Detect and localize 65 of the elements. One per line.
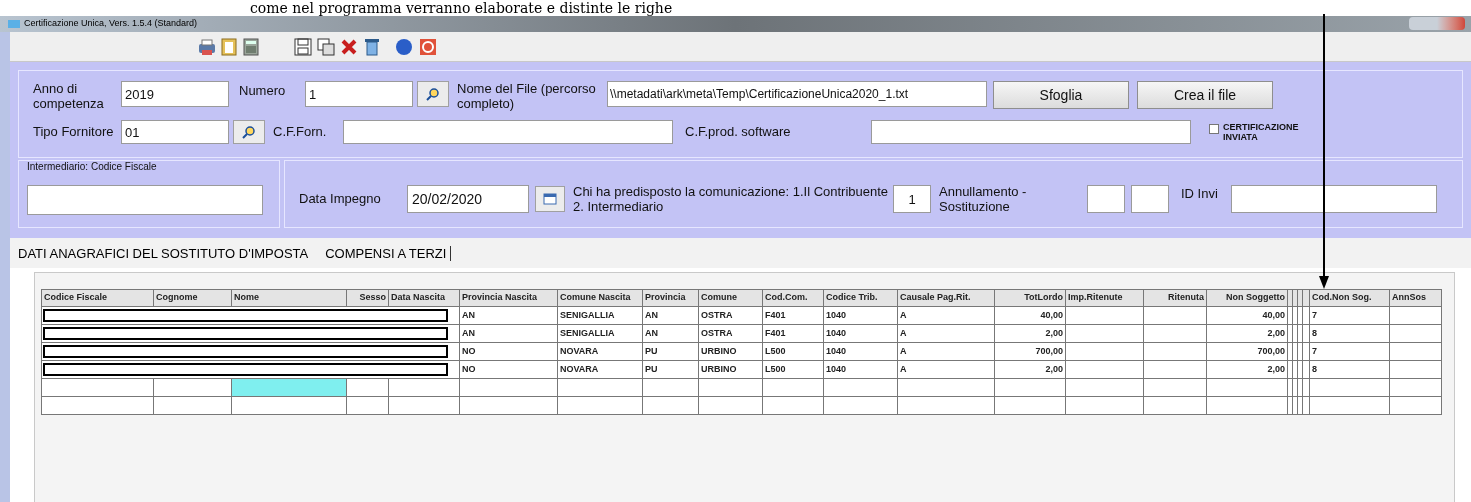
help-icon[interactable] xyxy=(394,36,414,57)
tab[interactable]: COMPENSI A TERZI xyxy=(325,245,452,261)
data-impegno-label: Data Impegno xyxy=(299,190,382,209)
id-invio-label: ID Invi xyxy=(1181,185,1219,203)
column-header[interactable]: Cod.Com. xyxy=(762,289,824,307)
annullamento-field[interactable] xyxy=(1087,185,1125,213)
cf-fornitore-field[interactable] xyxy=(343,120,673,144)
id-invio-field[interactable] xyxy=(1231,185,1437,213)
column-header[interactable]: Codice Trib. xyxy=(823,289,898,307)
search-button[interactable] xyxy=(417,81,449,107)
numero-field[interactable]: 1 xyxy=(305,81,413,107)
column-header[interactable]: Provincia Nascita xyxy=(459,289,558,307)
calendar-button[interactable] xyxy=(535,186,565,212)
window-controls[interactable] xyxy=(1409,17,1465,30)
column-header[interactable]: Ritenuta xyxy=(1143,289,1207,307)
column-header[interactable]: TotLordo xyxy=(994,289,1066,307)
annullamento-label: Annullamento - Sostituzione xyxy=(939,184,1028,214)
column-header[interactable]: Data Nascita xyxy=(388,289,460,307)
column-header[interactable]: Codice Fiscale xyxy=(41,289,154,307)
save-icon[interactable] xyxy=(293,36,313,57)
file-path-field[interactable]: \\metadati\ark\meta\Temp\CertificazioneUnica2020_1.txt xyxy=(607,81,987,107)
sostituzione-field[interactable] xyxy=(1131,185,1169,213)
checkbox[interactable] xyxy=(1209,124,1219,134)
column-header[interactable]: Nome xyxy=(231,289,347,307)
trash-icon[interactable] xyxy=(362,36,382,57)
crea-file-button[interactable]: Crea il file xyxy=(1137,81,1273,109)
caption-text: come nel programma verranno elaborate e distinte le righe xyxy=(249,0,674,16)
cf-software-field[interactable] xyxy=(871,120,1191,144)
chi-label: Chi ha predisposto la comunicazione: 1.Il Contribuente 2. Intermediario xyxy=(573,184,890,214)
sfoglia-button[interactable]: Sfoglia xyxy=(993,81,1129,109)
chi-field[interactable]: 1 xyxy=(893,185,931,213)
column-header[interactable]: Comune Nascita xyxy=(557,289,643,307)
cf-fornitore-label: C.F.Forn. xyxy=(273,123,328,142)
column-header[interactable]: Cognome xyxy=(153,289,232,307)
data-impegno-field[interactable]: 20/02/2020 xyxy=(407,185,529,213)
column-header[interactable]: Cod.Non Sog. xyxy=(1309,289,1390,307)
tipo-fornitore-label: Tipo Fornitore xyxy=(33,123,115,142)
copy-icon[interactable] xyxy=(316,36,336,57)
cf-software-label: C.F.prod. software xyxy=(685,123,792,142)
anno-field[interactable]: 2019 xyxy=(121,81,229,107)
column-header[interactable]: Non Soggetto xyxy=(1206,289,1288,307)
intermediario-legend: Intermediario: Codice Fiscale xyxy=(27,161,271,173)
certificazione-inviata-label: CERTIFICAZIONE INVIATA xyxy=(1223,122,1300,142)
anno-label: Anno di competenza xyxy=(33,81,105,111)
column-header[interactable]: Causale Pag.Rit. xyxy=(897,289,995,307)
search-icon xyxy=(426,87,440,101)
tab[interactable]: DATI ANAGRAFICI DEL SOSTITUTO D'IMPOSTA xyxy=(18,245,314,261)
numero-label: Numero xyxy=(239,82,287,100)
file-name-label: Nome del File (percorso completo) xyxy=(457,81,597,111)
column-header[interactable]: Comune xyxy=(698,289,763,307)
search-icon xyxy=(242,125,256,139)
clipboard-icon[interactable] xyxy=(219,36,239,57)
window-title: Certificazione Unica, Vers. 1.5.4 (Standard) xyxy=(24,17,198,31)
power-icon[interactable] xyxy=(418,36,438,57)
search-button[interactable] xyxy=(233,120,265,144)
column-header[interactable]: Sesso xyxy=(346,289,389,307)
column-header[interactable]: AnnSos xyxy=(1389,289,1442,307)
column-header[interactable]: Imp.Ritenute xyxy=(1065,289,1144,307)
tipo-fornitore-field[interactable]: 01 xyxy=(121,120,229,144)
intermediario-field[interactable] xyxy=(27,185,263,215)
calculator-icon[interactable] xyxy=(241,36,261,57)
app-icon xyxy=(8,19,20,29)
printer-icon[interactable] xyxy=(197,36,217,57)
column-header[interactable]: Provincia xyxy=(642,289,699,307)
calendar-icon xyxy=(543,193,557,205)
